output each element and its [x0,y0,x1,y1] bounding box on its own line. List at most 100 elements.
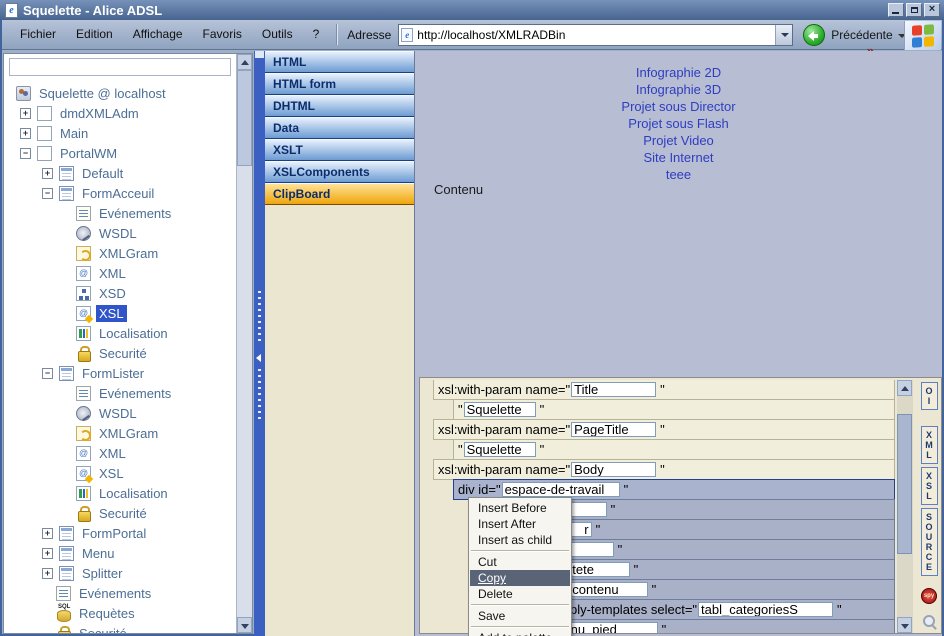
editor-row[interactable]: xsl:with-param name="" [433,380,895,400]
tree-item-localisation[interactable]: Localisation [6,323,236,343]
address-dropdown-button[interactable] [775,25,792,45]
content-link-projet-video[interactable]: Projet Video [415,132,942,149]
editor-row[interactable]: xsl:with-param name="" [433,419,895,440]
scroll-down-button[interactable] [237,617,252,633]
tree-item-splitter[interactable]: +Splitter [6,563,236,583]
tree-item-formacceuil[interactable]: −FormAcceuil [6,183,236,203]
editor-row[interactable]: xsl:with-param name="" [433,459,895,480]
scroll-down-button[interactable] [897,617,912,633]
collapse-icon[interactable]: − [20,148,31,159]
palette-section-xslt[interactable]: XSLT [265,139,414,161]
context-menu-item-insert-after[interactable]: Insert After [470,516,570,532]
tree-item-securit[interactable]: Securité [6,623,236,633]
scroll-up-button[interactable] [237,54,252,70]
tree-item-dmdxmladm[interactable]: +dmdXMLAdm [6,103,236,123]
tree-item-wsdl[interactable]: WSDL [6,223,236,243]
context-menu-item-cut[interactable]: Cut [470,554,570,570]
menu-edition[interactable]: Edition [66,20,123,49]
tree-item-menu[interactable]: +Menu [6,543,236,563]
tree-item-ev-nements[interactable]: Evénements [6,383,236,403]
editor-row-value-input[interactable] [571,382,656,397]
tree-item-xsd[interactable]: XSD [6,283,236,303]
expand-icon[interactable]: + [42,528,53,539]
palette-section-dhtml[interactable]: DHTML [265,95,414,117]
editor-row-value-input[interactable] [571,462,656,477]
tree-item-securit[interactable]: Securité [6,343,236,363]
tree-item-main[interactable]: +Main [6,123,236,143]
palette-section-html-form[interactable]: HTML form [265,73,414,95]
content-link-site-internet[interactable]: Site Internet [415,149,942,166]
editor-row[interactable]: "" [453,439,895,460]
content-link-teee[interactable]: teee [415,166,942,183]
content-link-projet-sous-director[interactable]: Projet sous Director [415,98,942,115]
side-button-source[interactable]: SOURCE [921,508,938,576]
back-button[interactable] [803,24,825,46]
restore-button[interactable] [906,3,922,17]
context-menu-item-insert-as-child[interactable]: Insert as child [470,532,570,548]
menu-fichier[interactable]: Fichier [10,20,66,49]
expand-icon[interactable]: + [42,168,53,179]
collapse-icon[interactable]: − [42,188,53,199]
editor-row[interactable]: xsl:apply-templates select="" [531,599,895,620]
palette-section-data[interactable]: Data [265,117,414,139]
minimize-button[interactable] [888,3,904,17]
editor-row-value-input[interactable] [464,402,536,417]
tree-item-xsl[interactable]: XSL [6,463,236,483]
context-menu-item-add-to-palette[interactable]: Add to palette [470,630,570,636]
tree-item-xmlgram[interactable]: XMLGram [6,423,236,443]
magnifier-icon[interactable] [922,614,937,629]
tree-item-default[interactable]: +Default [6,163,236,183]
tree-item-formlister[interactable]: −FormLister [6,363,236,383]
tree-item-xmlgram[interactable]: XMLGram [6,243,236,263]
expand-icon[interactable]: + [42,548,53,559]
menu-favoris[interactable]: Favoris [193,20,252,49]
editor-row-value-input[interactable] [571,422,656,437]
scroll-thumb[interactable] [897,414,912,554]
collapse-icon[interactable]: − [42,368,53,379]
content-link-projet-sous-flash[interactable]: Projet sous Flash [415,115,942,132]
tree-item-formportal[interactable]: +FormPortal [6,523,236,543]
side-button-xml[interactable]: XML [921,426,938,464]
tree-scrollbar[interactable] [236,54,252,633]
editor-row-value-input[interactable] [698,602,833,617]
scroll-up-button[interactable] [897,380,912,396]
content-link-infographie-2d[interactable]: Infographie 2D [415,64,942,81]
side-button-oi[interactable]: OI [921,382,938,410]
editor-row[interactable]: "" [453,399,895,420]
context-menu-item-save[interactable]: Save [470,608,570,624]
menu-affichage[interactable]: Affichage [123,20,193,49]
splitter-bar[interactable] [254,51,265,636]
tree-item-portalwm[interactable]: −PortalWM [6,143,236,163]
menu-[interactable]: ? [303,20,330,49]
address-input[interactable] [413,26,775,44]
scroll-thumb[interactable] [237,70,252,166]
expand-icon[interactable]: + [20,108,31,119]
tree-search-input[interactable] [9,58,231,76]
tree-item-squelette-localhost[interactable]: Squelette @ localhost [6,83,236,103]
editor-scrollbar[interactable] [897,380,913,633]
editor-row-value-input[interactable] [464,442,536,457]
tree-item-ev-nements[interactable]: Evénements [6,583,236,603]
tree-item-localisation[interactable]: Localisation [6,483,236,503]
close-button[interactable]: × [924,3,940,17]
tree-item-ev-nements[interactable]: Evénements [6,203,236,223]
collapse-left-icon[interactable] [256,354,261,362]
expand-icon[interactable]: + [42,568,53,579]
content-link-infographie-3d[interactable]: Infographie 3D [415,81,942,98]
tree-item-xml[interactable]: XML [6,263,236,283]
tree-item-xsl[interactable]: XSL [6,303,236,323]
palette-section-xslcomponents[interactable]: XSLComponents [265,161,414,183]
spy-icon[interactable]: spy [921,588,937,604]
tree-item-wsdl[interactable]: WSDL [6,403,236,423]
palette-section-html[interactable]: HTML [265,51,414,73]
context-menu-item-copy[interactable]: Copy [470,570,570,586]
expand-icon[interactable]: + [20,128,31,139]
side-button-xsl[interactable]: XSL [921,467,938,505]
tree-item-requ-tes[interactable]: Requètes [6,603,236,623]
context-menu-item-delete[interactable]: Delete [470,586,570,602]
tree-item-xml[interactable]: XML [6,443,236,463]
tree-item-securit[interactable]: Securité [6,503,236,523]
editor-row-value-input[interactable] [502,482,620,497]
menu-outils[interactable]: Outils [252,20,303,49]
context-menu-item-insert-before[interactable]: Insert Before [470,500,570,516]
